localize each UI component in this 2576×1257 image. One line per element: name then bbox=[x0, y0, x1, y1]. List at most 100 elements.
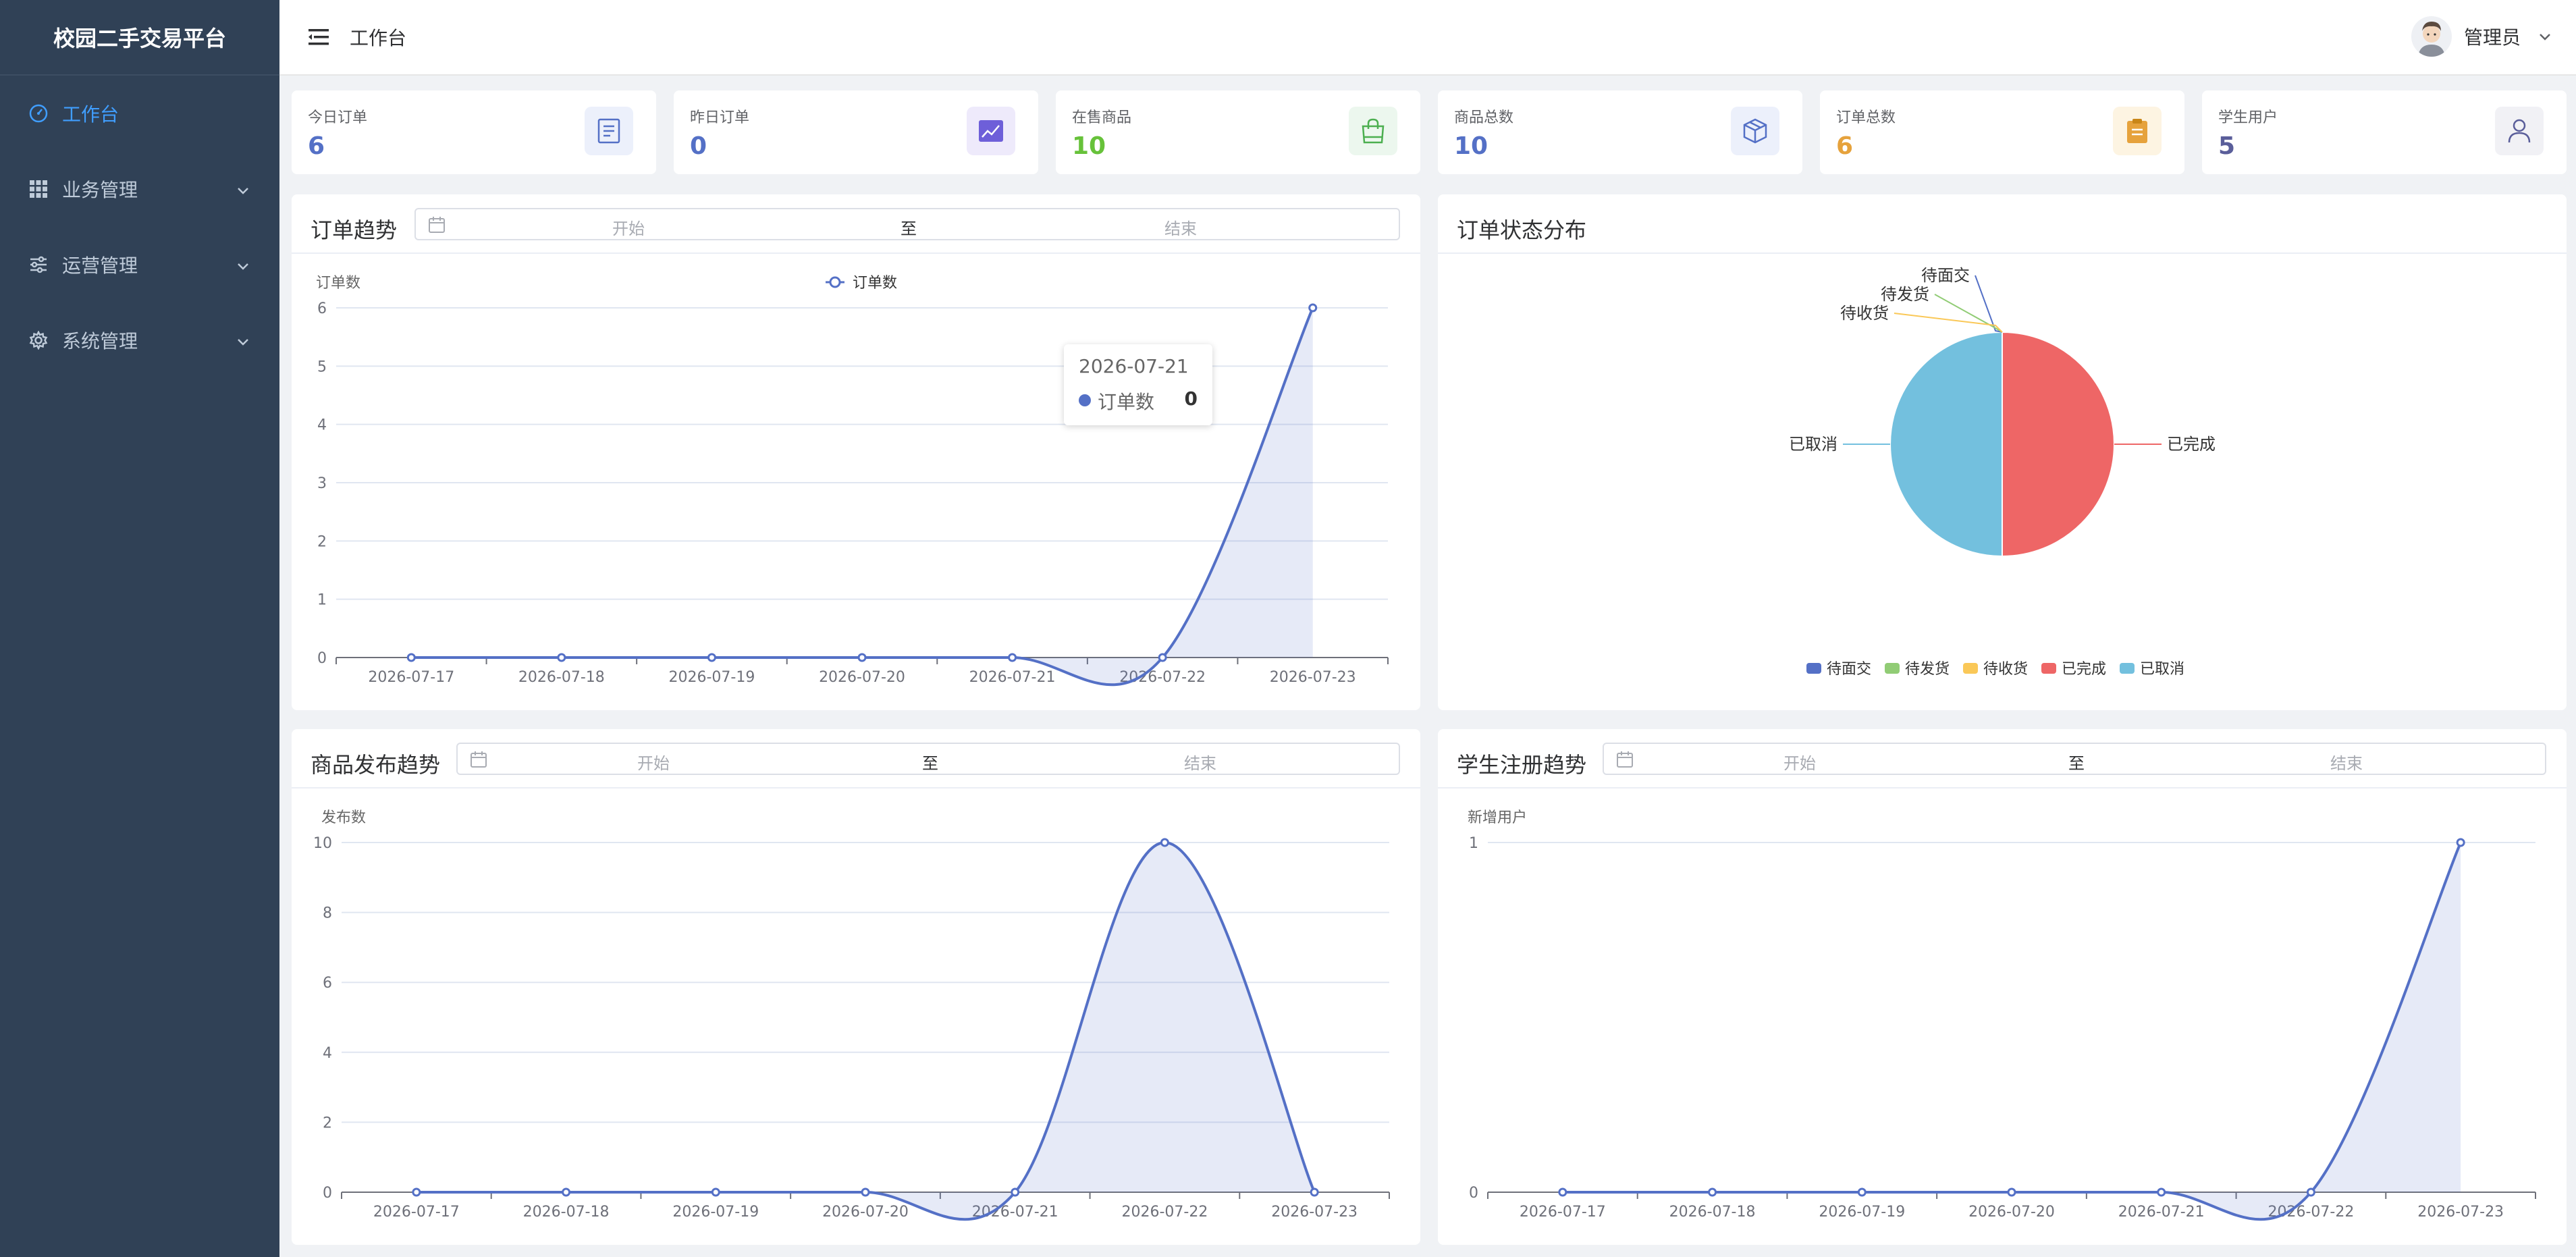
panel-student-trend: 学生注册趋势 开始 至 结束 新增用户 0 1 2026-07-17 2026-07-1… bbox=[1438, 729, 2567, 1245]
y-axis-label: 新增用户 bbox=[1468, 809, 1527, 826]
sidebar-item-system[interactable]: 系统管理 bbox=[0, 302, 279, 378]
data-point bbox=[861, 1187, 870, 1197]
sidebar: 校园二手交易平台 工作台 业务管理 运营管理 系统管理 bbox=[0, 0, 279, 1257]
y-tick-label: 2 bbox=[317, 533, 327, 550]
pie-label: 待面交 bbox=[1921, 266, 1970, 285]
panel-product-trend: 商品发布趋势 开始 至 结束 发布数 0 2 4 6 8 10 2026-07-17 2026-… bbox=[292, 729, 1420, 1245]
student-trend-chart: 新增用户 0 1 2026-07-17 2026-07-18 2026-07-19 2026… bbox=[1468, 809, 2536, 1221]
legend-label: 已取消 bbox=[2140, 661, 2184, 678]
stat-card-students: 学生用户 5 bbox=[2202, 90, 2567, 174]
range-separator: 至 bbox=[2068, 754, 2085, 773]
stat-label: 商品总数 bbox=[1454, 109, 1514, 126]
y-tick-label: 4 bbox=[323, 1045, 332, 1062]
date-range-picker[interactable]: 开始 至 结束 bbox=[456, 743, 1400, 775]
x-tick-label: 2026-07-17 bbox=[1520, 1204, 1606, 1221]
pie-label-line bbox=[1934, 294, 2003, 333]
hamburger-menu-icon[interactable] bbox=[306, 25, 331, 49]
date-range-picker[interactable]: 开始 至 结束 bbox=[1603, 743, 2546, 775]
range-end-input[interactable]: 结束 bbox=[1058, 750, 1342, 774]
sidebar-item-label: 系统管理 bbox=[62, 330, 138, 352]
panel-order-status: 订单状态分布 已完成 已取消 待面交 待发货 待收货 待面交 待发货 待收货 已完成 已取消 bbox=[1438, 194, 2567, 710]
sidebar-item-operations[interactable]: 运营管理 bbox=[0, 227, 279, 302]
y-tick-label: 6 bbox=[323, 975, 332, 992]
data-point bbox=[1310, 1187, 1319, 1197]
range-separator: 至 bbox=[901, 219, 917, 238]
y-tick-label: 1 bbox=[1469, 835, 1478, 852]
stat-value: 6 bbox=[308, 132, 325, 160]
legend-label: 待面交 bbox=[1827, 661, 1871, 678]
stat-card-total-orders: 订单总数 6 bbox=[1820, 90, 2184, 174]
sidebar-item-business[interactable]: 业务管理 bbox=[0, 151, 279, 227]
range-end-input[interactable]: 结束 bbox=[2205, 750, 2488, 774]
sidebar-item-label: 业务管理 bbox=[62, 179, 138, 201]
stat-label: 订单总数 bbox=[1836, 109, 1896, 126]
stat-label: 学生用户 bbox=[2218, 109, 2278, 126]
user-menu[interactable]: 管理员 bbox=[2411, 16, 2552, 57]
gear-icon bbox=[28, 330, 49, 350]
x-tick-label: 2026-07-20 bbox=[819, 669, 905, 686]
panel-title: 商品发布趋势 bbox=[311, 752, 441, 778]
data-point bbox=[412, 1187, 421, 1197]
panel-title: 订单状态分布 bbox=[1457, 217, 1587, 243]
data-point bbox=[2157, 1187, 2166, 1197]
shopping-bag-icon bbox=[1349, 107, 1397, 155]
data-point bbox=[406, 653, 416, 662]
pie-label: 已取消 bbox=[1789, 435, 1837, 454]
legend-swatch bbox=[1885, 663, 1900, 674]
stat-label: 今日订单 bbox=[308, 109, 368, 126]
range-end-input[interactable]: 结束 bbox=[1029, 215, 1333, 239]
y-tick-label: 3 bbox=[317, 475, 327, 492]
x-tick-label: 2026-07-21 bbox=[2118, 1204, 2205, 1221]
order-status-pie-chart: 已完成已取消待面交待发货待收货待面交 待发货 待收货 已完成 已取消 bbox=[1789, 266, 2216, 678]
y-tick-label: 0 bbox=[323, 1185, 332, 1202]
y-axis-label: 发布数 bbox=[321, 809, 366, 826]
x-tick-label: 2026-07-18 bbox=[518, 669, 605, 686]
data-point bbox=[1008, 653, 1017, 662]
legend-swatch bbox=[1963, 663, 1978, 674]
chevron-down-icon bbox=[2538, 26, 2552, 48]
legend-label: 订单数 bbox=[853, 275, 897, 292]
chevron-down-icon bbox=[236, 331, 250, 353]
y-axis-label: 订单数 bbox=[316, 275, 360, 292]
data-point bbox=[1857, 1187, 1867, 1197]
app-logo-title: 校园二手交易平台 bbox=[0, 0, 279, 76]
stat-card-total-products: 商品总数 10 bbox=[1438, 90, 1802, 174]
y-tick-label: 2 bbox=[323, 1115, 332, 1131]
legend-swatch bbox=[2041, 663, 2056, 674]
x-tick-label: 2026-07-19 bbox=[668, 669, 755, 686]
top-header: 工作台 管理员 bbox=[279, 0, 2576, 76]
legend-label: 待发货 bbox=[1905, 661, 1950, 678]
y-tick-label: 8 bbox=[323, 905, 332, 922]
data-point bbox=[2456, 838, 2465, 847]
y-tick-label: 1 bbox=[317, 592, 327, 609]
data-point bbox=[2007, 1187, 2016, 1197]
sidebar-item-dashboard[interactable]: 工作台 bbox=[0, 76, 279, 151]
pie-label: 待发货 bbox=[1881, 285, 1929, 304]
clipboard-icon bbox=[2113, 107, 2162, 155]
date-range-picker[interactable]: 开始 至 结束 bbox=[414, 208, 1400, 240]
x-tick-label: 2026-07-18 bbox=[1669, 1204, 1756, 1221]
range-start-input[interactable]: 开始 bbox=[512, 750, 795, 774]
y-tick-label: 0 bbox=[317, 650, 327, 667]
data-point bbox=[857, 653, 867, 662]
x-tick-label: 2026-07-17 bbox=[373, 1204, 460, 1221]
calendar-icon bbox=[470, 751, 487, 772]
data-point bbox=[557, 653, 566, 662]
stat-value: 10 bbox=[1072, 132, 1106, 160]
data-point bbox=[1160, 838, 1169, 847]
stat-value: 0 bbox=[690, 132, 707, 160]
data-point bbox=[1308, 303, 1318, 313]
pie-label: 待收货 bbox=[1840, 304, 1889, 323]
x-tick-label: 2026-07-23 bbox=[2417, 1204, 2504, 1221]
order-trend-chart: 订单数 0 1 2 3 4 5 6 2026-07-17 2026-07-18 2026-07-19… bbox=[316, 275, 1389, 687]
username: 管理员 bbox=[2463, 26, 2521, 49]
stat-card-today-orders: 今日订单 6 bbox=[292, 90, 656, 174]
range-start-input[interactable]: 开始 bbox=[477, 215, 780, 239]
sidebar-item-label: 运营管理 bbox=[62, 255, 138, 277]
sliders-icon bbox=[28, 255, 49, 275]
panel-title: 订单趋势 bbox=[311, 217, 398, 243]
stat-value: 10 bbox=[1454, 132, 1488, 160]
range-start-input[interactable]: 开始 bbox=[1658, 750, 1941, 774]
box-icon bbox=[1731, 107, 1779, 155]
stat-card-on-sale: 在售商品 10 bbox=[1056, 90, 1420, 174]
